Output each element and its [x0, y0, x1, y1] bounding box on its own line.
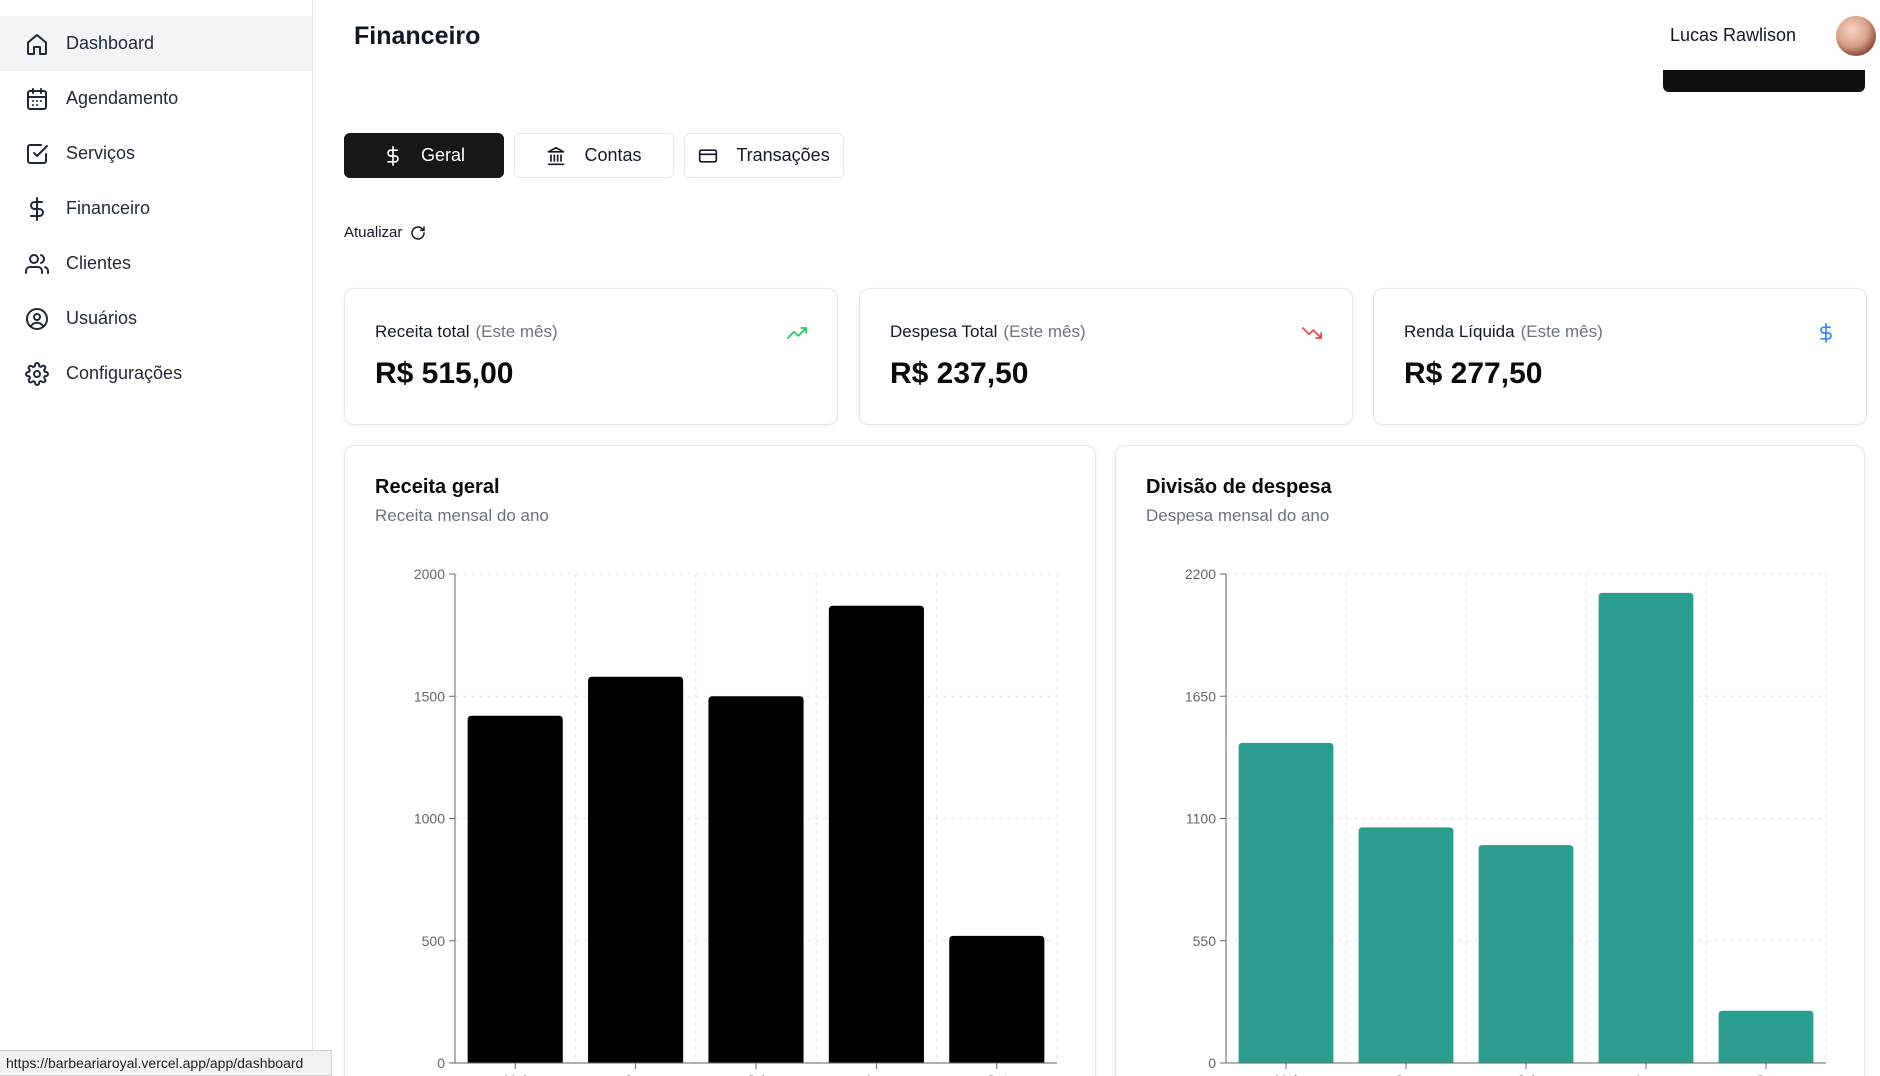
stat-card-receita: Receita total (Este mês) R$ 515,00 — [344, 288, 838, 425]
stat-value: R$ 515,00 — [375, 357, 514, 390]
y-tick-label: 1500 — [414, 688, 445, 704]
sidebar: Dashboard Agendamento Serviços Financeir… — [0, 0, 313, 1076]
tab-label: Geral — [420, 145, 465, 165]
chart-bar — [1718, 1010, 1814, 1063]
chart-bar — [467, 715, 563, 1063]
sidebar-item-label: Financeiro — [66, 198, 151, 218]
x-tick-label: Set — [1755, 1072, 1776, 1076]
y-tick-label: 0 — [437, 1055, 445, 1071]
x-tick-label: Jun — [1395, 1072, 1418, 1076]
user-name[interactable]: Lucas Rawlison — [1670, 25, 1796, 46]
stat-card-despesa: Despesa Total (Este mês) R$ 237,50 — [859, 288, 1353, 425]
x-tick-label: Jul — [1517, 1072, 1535, 1076]
x-tick-label: Mai — [504, 1072, 527, 1076]
stat-title: Despesa Total — [890, 322, 998, 341]
stat-label: Renda Líquida (Este mês) — [1404, 322, 1603, 342]
sidebar-item-servicos[interactable]: Serviços — [0, 126, 312, 181]
refresh-icon — [411, 225, 426, 240]
x-tick-label: Jul — [747, 1072, 765, 1076]
tab-transacoes[interactable]: Transações — [684, 133, 844, 178]
gear-icon — [24, 361, 50, 387]
y-tick-label: 0 — [1208, 1055, 1216, 1071]
stat-period: (Este mês) — [1520, 322, 1603, 341]
y-tick-label: 1000 — [414, 811, 445, 827]
dollar-icon — [383, 145, 403, 166]
sidebar-item-label: Serviços — [66, 143, 136, 163]
refresh-button[interactable]: Atualizar — [344, 224, 426, 241]
y-tick-label: 500 — [422, 933, 446, 949]
trending-up-icon — [787, 323, 807, 343]
sidebar-item-dashboard[interactable]: Dashboard — [0, 16, 312, 71]
stat-period: (Este mês) — [475, 322, 558, 341]
x-tick-label: Jun — [624, 1072, 647, 1076]
sidebar-item-usuarios[interactable]: Usuários — [0, 291, 312, 346]
sidebar-item-agendamento[interactable]: Agendamento — [0, 71, 312, 126]
x-tick-label: Mai — [1275, 1072, 1298, 1076]
sidebar-item-financeiro[interactable]: Financeiro — [0, 181, 312, 236]
tab-label: Transações — [736, 145, 830, 165]
page-title: Financeiro — [354, 22, 481, 50]
stat-title: Renda Líquida — [1404, 322, 1515, 341]
dollar-icon — [1816, 323, 1836, 343]
stat-period: (Este mês) — [1003, 322, 1086, 341]
chart-card-despesa: Divisão de despesa Despesa mensal do ano… — [1115, 445, 1865, 1076]
sidebar-item-label: Usuários — [66, 308, 138, 328]
status-bar-url: https://barbeariaroyal.vercel.app/app/da… — [0, 1050, 332, 1076]
action-button[interactable] — [1663, 70, 1865, 92]
check-square-icon — [24, 141, 50, 167]
sidebar-item-label: Dashboard — [66, 33, 155, 53]
calendar-icon — [24, 86, 50, 112]
credit-card-icon — [698, 146, 718, 166]
sidebar-item-configuracoes[interactable]: Configurações — [0, 346, 312, 401]
avatar[interactable] — [1836, 16, 1876, 56]
stat-value: R$ 237,50 — [890, 357, 1029, 390]
tab-contas[interactable]: Contas — [514, 133, 674, 178]
chart-bar — [1598, 592, 1694, 1063]
chart-bar — [949, 935, 1045, 1063]
home-icon — [24, 31, 50, 57]
users-icon — [24, 251, 50, 277]
chart-bar — [828, 605, 924, 1063]
stat-value: R$ 277,50 — [1404, 357, 1543, 390]
stat-card-renda: Renda Líquida (Este mês) R$ 277,50 — [1373, 288, 1867, 425]
y-tick-label: 1650 — [1185, 688, 1216, 704]
chart-bar — [1358, 827, 1454, 1063]
x-tick-label: Set — [986, 1072, 1007, 1076]
sidebar-item-label: Clientes — [66, 253, 132, 273]
chart-bar — [708, 696, 804, 1063]
sidebar-item-label: Agendamento — [66, 88, 179, 108]
refresh-label: Atualizar — [344, 224, 403, 241]
sidebar-nav: Dashboard Agendamento Serviços Financeir… — [0, 16, 312, 401]
tab-geral[interactable]: Geral — [344, 133, 504, 178]
stat-title: Receita total — [375, 322, 470, 341]
chart-bar — [1238, 742, 1334, 1063]
chart-bar — [1478, 845, 1574, 1063]
expense-bar-chart: 0 550 1100 1650 2200 Mai Jun Jul Ago Set — [1185, 566, 1827, 1076]
y-tick-label: 2200 — [1185, 566, 1216, 582]
tab-label: Contas — [584, 145, 642, 165]
revenue-bar-chart: 0 500 1000 1500 2000 Mai Jun Jul Ago Set — [414, 566, 1058, 1076]
x-tick-label: Ago — [864, 1072, 889, 1076]
chart-card-receita: Receita geral Receita mensal do ano 0 500… — [344, 445, 1096, 1076]
trending-down-icon — [1302, 323, 1322, 343]
bank-icon — [546, 146, 566, 166]
dollar-icon — [24, 196, 50, 222]
stat-label: Despesa Total (Este mês) — [890, 322, 1086, 342]
user-circle-icon — [24, 306, 50, 332]
y-tick-label: 2000 — [414, 566, 445, 582]
y-tick-label: 1100 — [1186, 811, 1216, 827]
sidebar-item-clientes[interactable]: Clientes — [0, 236, 312, 291]
stat-label: Receita total (Este mês) — [375, 322, 558, 342]
tab-list: Geral Contas Transações — [344, 133, 844, 178]
y-tick-label: 550 — [1193, 933, 1217, 949]
chart-bar — [588, 676, 684, 1063]
x-tick-label: Ago — [1634, 1072, 1659, 1076]
sidebar-item-label: Configurações — [66, 363, 183, 383]
